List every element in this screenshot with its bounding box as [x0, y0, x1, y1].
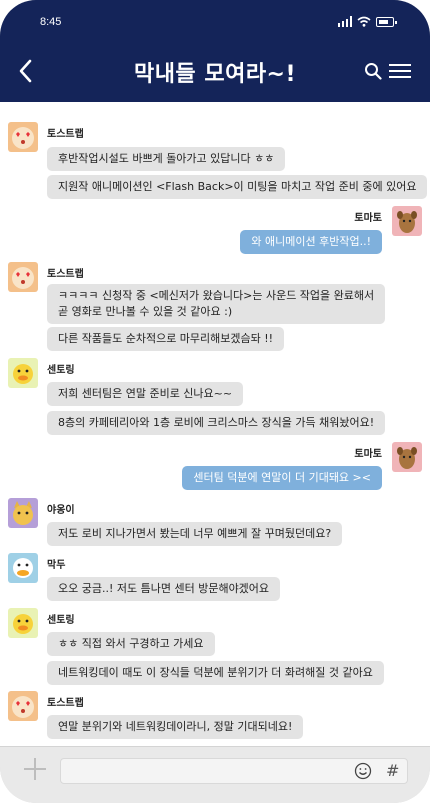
sender-name: 토스트랩 — [47, 129, 84, 140]
search-icon[interactable] — [364, 62, 382, 80]
sender-name: 센토링 — [47, 365, 75, 376]
sender-name: 토스트랩 — [47, 269, 84, 280]
message-bubble[interactable]: ㅋㅋㅋㅋ 신청작 중 <메신저가 왔습니다>는 사운드 작업을 완료해서 곧 영… — [47, 284, 386, 324]
heart-eyes-character-icon — [8, 691, 38, 721]
message-bubble[interactable]: 저희 센터팀은 연말 준비로 신나요~~ — [47, 382, 244, 406]
status-time: 8:45 — [40, 16, 62, 28]
avatar[interactable] — [8, 553, 38, 583]
avatar[interactable] — [8, 122, 38, 152]
message-bubble[interactable]: 센터팀 덕분에 연말이 더 기대돼요 >< — [182, 466, 382, 490]
avatar[interactable] — [392, 206, 422, 236]
avatar[interactable] — [8, 608, 38, 638]
yellow-duck-character-icon — [8, 358, 38, 388]
brown-dog-character-icon — [392, 206, 422, 236]
signal-icon — [337, 16, 352, 27]
message-input-bar: # — [0, 746, 430, 803]
message-bubble[interactable]: ㅎㅎ 직접 와서 구경하고 가세요 — [47, 632, 215, 656]
avatar[interactable] — [8, 498, 38, 528]
sender-name: 토마토 — [354, 213, 382, 224]
hashtag-button[interactable]: # — [386, 761, 399, 780]
sender-name: 토마토 — [354, 449, 382, 460]
smiley-icon[interactable] — [354, 762, 372, 780]
message-bubble[interactable]: 연말 분위기와 네트워킹데이라니, 정말 기대되네요! — [47, 715, 304, 739]
avatar[interactable] — [8, 262, 38, 292]
message-bubble[interactable]: 8층의 카페테리아와 1층 로비에 크리스마스 장식을 가득 채워놨어요! — [47, 411, 386, 435]
message-bubble[interactable]: 네트워킹데이 때도 이 장식들 덕분에 분위기가 더 화려해질 것 같아요 — [47, 661, 384, 685]
phone-frame: 8:45 막내들 모여라~! 토스트랩 후반작업시설도 바쁘게 돌아가고 있답니… — [0, 0, 430, 803]
avatar[interactable] — [392, 442, 422, 472]
message-bubble[interactable]: 지원작 애니메이션인 <Flash Back>이 미팅을 마치고 작업 준비 중… — [47, 175, 428, 199]
cat-character-icon — [8, 498, 38, 528]
heart-eyes-character-icon — [8, 262, 38, 292]
status-icons — [337, 16, 397, 27]
sender-name: 센토링 — [47, 615, 75, 626]
sender-name: 야옹이 — [47, 505, 75, 516]
sender-name: 토스트랩 — [47, 698, 84, 709]
wifi-icon — [357, 16, 371, 27]
yellow-duck-character-icon — [8, 608, 38, 638]
brown-dog-character-icon — [392, 442, 422, 472]
message-bubble[interactable]: 다른 작품들도 순차적으로 마무리해보겠슴돠 !! — [47, 327, 285, 351]
sender-name: 막두 — [47, 560, 66, 571]
message-bubble[interactable]: 와 애니메이션 후반작업..! — [240, 230, 382, 254]
battery-icon — [376, 17, 397, 27]
avatar[interactable] — [8, 358, 38, 388]
message-bubble[interactable]: 저도 로비 지나가면서 봤는데 너무 예쁘게 잘 꾸며뒀던데요? — [47, 522, 343, 546]
message-bubble[interactable]: 오오 궁금..! 저도 틈나면 센터 방문해야겠어요 — [47, 577, 281, 601]
chat-header: 8:45 막내들 모여라~! — [0, 0, 430, 102]
hamburger-menu-icon[interactable] — [389, 63, 411, 79]
avatar[interactable] — [8, 691, 38, 721]
plus-icon[interactable] — [24, 758, 46, 780]
message-list[interactable]: 토스트랩 후반작업시설도 바쁘게 돌아가고 있답니다 ㅎㅎ 지원작 애니메이션인… — [0, 102, 430, 746]
heart-eyes-character-icon — [8, 122, 38, 152]
white-duck-character-icon — [8, 553, 38, 583]
message-bubble[interactable]: 후반작업시설도 바쁘게 돌아가고 있답니다 ㅎㅎ — [47, 147, 286, 171]
